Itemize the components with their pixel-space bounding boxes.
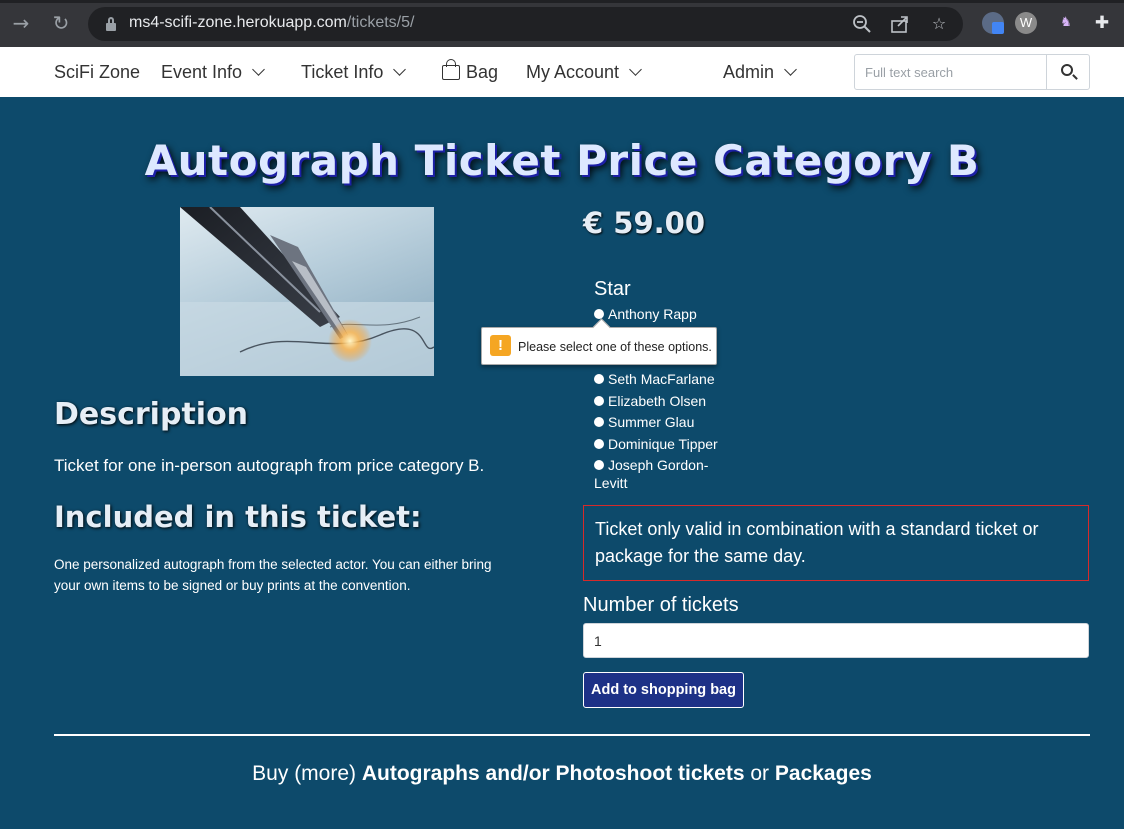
footer-links: Buy (more) Autographs and/or Photoshoot …	[0, 762, 1124, 786]
radio-option[interactable]: Dominique Tipper	[594, 436, 718, 452]
footer-middle: or	[744, 762, 775, 785]
shopping-bag-icon	[442, 59, 460, 80]
ticket-price: € 59.00	[583, 206, 706, 240]
radio-label: Dominique Tipper	[608, 436, 718, 452]
included-text-line-1: One personalized autograph from the sele…	[54, 557, 492, 572]
url-text[interactable]: ms4-scifi-zone.herokuapp.com/tickets/5/	[129, 14, 414, 32]
nav-admin-label: Admin	[723, 62, 775, 82]
warning-icon: !	[490, 335, 511, 356]
nav-event-info-label: Event Info	[161, 62, 243, 82]
included-heading: Included in this ticket:	[54, 500, 422, 534]
page-title: Autograph Ticket Price Category B	[144, 136, 980, 185]
description-heading: Description	[54, 397, 249, 432]
brand-link[interactable]: SciFi Zone	[54, 62, 140, 83]
search-icon	[1061, 64, 1073, 76]
radio-button[interactable]	[594, 460, 604, 470]
search-form	[854, 54, 1090, 90]
chevron-down-icon	[629, 63, 642, 76]
extension-w-icon[interactable]: W	[1015, 12, 1037, 34]
extension-eyedropper-icon[interactable]	[982, 12, 1004, 34]
lock-icon[interactable]	[106, 17, 116, 31]
radio-option[interactable]: Summer Glau	[594, 414, 694, 430]
validation-message: Please select one of these options.	[518, 340, 712, 354]
address-bar[interactable]: ms4-scifi-zone.herokuapp.com/tickets/5/ …	[88, 7, 963, 41]
radio-option[interactable]: Anthony Rapp	[594, 306, 697, 322]
nav-ticket-info-label: Ticket Info	[301, 62, 384, 82]
radio-label: Seth MacFarlane	[608, 371, 715, 387]
chevron-down-icon	[784, 63, 797, 76]
extension-unicorn-icon[interactable]: ♞	[1055, 12, 1077, 34]
url-path: /tickets/5/	[346, 14, 415, 31]
nav-event-info[interactable]: Event Info	[161, 62, 265, 83]
validity-notice: Ticket only valid in combination with a …	[583, 505, 1089, 581]
radio-button[interactable]	[594, 417, 604, 427]
radio-option[interactable]: Elizabeth Olsen	[594, 393, 706, 409]
nav-bag-label: Bag	[466, 62, 499, 82]
share-icon[interactable]	[889, 13, 911, 35]
bookmark-star-icon[interactable]: ☆	[928, 13, 950, 35]
radio-label: Joseph Gordon-	[608, 457, 709, 473]
chevron-down-icon	[252, 63, 265, 76]
autographs-photoshoot-link[interactable]: Autographs and/or Photoshoot tickets	[362, 762, 745, 785]
tab-strip-edge	[0, 0, 1124, 3]
zoom-icon[interactable]	[851, 13, 873, 35]
url-host: ms4-scifi-zone.herokuapp.com	[129, 14, 347, 31]
add-to-bag-button[interactable]: Add to shopping bag	[583, 672, 744, 708]
extensions-puzzle-icon[interactable]: ✚	[1091, 12, 1113, 34]
radio-button[interactable]	[594, 439, 604, 449]
radio-label: Anthony Rapp	[608, 306, 697, 322]
nav-my-account-label: My Account	[526, 62, 620, 82]
notice-line-2: package for the same day.	[595, 546, 806, 566]
reload-icon[interactable]: ↻	[48, 10, 74, 36]
star-label: Star	[594, 278, 631, 300]
divider	[54, 734, 1090, 736]
quantity-label: Number of tickets	[583, 594, 739, 616]
search-button[interactable]	[1046, 55, 1089, 89]
radio-button[interactable]	[594, 396, 604, 406]
nav-ticket-info[interactable]: Ticket Info	[301, 62, 407, 83]
nav-my-account[interactable]: My Account	[526, 62, 642, 83]
validation-tooltip: ! Please select one of these options.	[481, 327, 717, 365]
packages-link[interactable]: Packages	[775, 762, 872, 785]
forward-icon[interactable]: →	[8, 10, 34, 36]
included-text-line-2: your own items to be signed or buy print…	[54, 578, 411, 593]
radio-option[interactable]: Seth MacFarlane	[594, 371, 715, 387]
footer-prefix: Buy (more)	[252, 762, 362, 785]
notice-line-1: Ticket only valid in combination with a …	[595, 519, 1039, 539]
chevron-down-icon	[393, 63, 407, 76]
description-text: Ticket for one in-person autograph from …	[54, 456, 485, 475]
browser-toolbar: → ↻ ms4-scifi-zone.herokuapp.com/tickets…	[0, 0, 1124, 47]
radio-button[interactable]	[594, 309, 604, 319]
radio-option[interactable]: Joseph Gordon-	[594, 457, 708, 473]
radio-label: Elizabeth Olsen	[608, 393, 707, 409]
site-navbar: SciFi Zone Event Info Ticket Info Bag My…	[0, 47, 1124, 97]
quantity-input[interactable]	[583, 623, 1089, 658]
radio-button[interactable]	[594, 374, 604, 384]
radio-label: Summer Glau	[608, 414, 695, 430]
nav-bag[interactable]: Bag	[442, 59, 499, 83]
ticket-image	[180, 207, 434, 376]
nav-admin[interactable]: Admin	[723, 62, 797, 83]
radio-label-wrap: Levitt	[594, 475, 628, 491]
search-input[interactable]	[855, 55, 1046, 89]
